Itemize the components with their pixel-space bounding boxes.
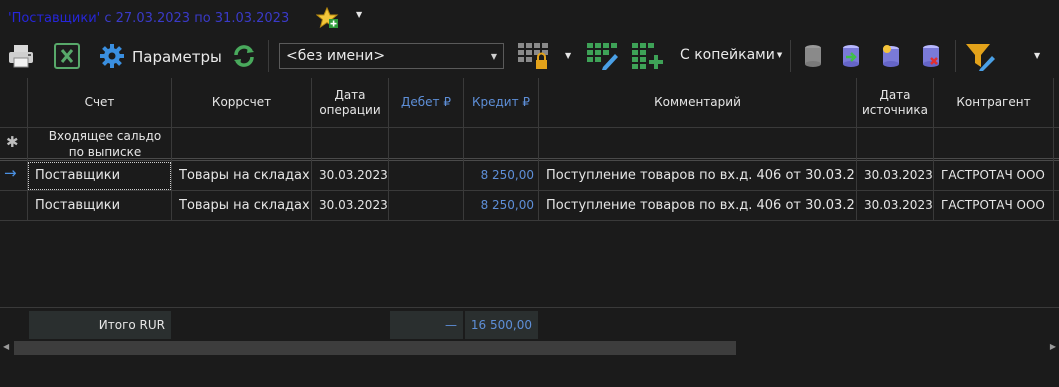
scrollbar-thumb[interactable]: [14, 341, 736, 355]
cell-account[interactable]: Поставщики: [35, 168, 120, 183]
window-title: 'Поставщики' с 27.03.2023 по 31.03.2023: [8, 11, 289, 26]
favorite-dropdown-icon[interactable]: ▼: [356, 10, 362, 19]
database-new-icon[interactable]: [878, 42, 904, 70]
horizontal-scrollbar[interactable]: ◀ ▶: [0, 340, 1059, 356]
cell-op-date[interactable]: 30.03.2023: [319, 168, 388, 182]
chevron-down-icon: ▼: [490, 52, 497, 61]
cell-corr-account[interactable]: Товары на складах: [179, 198, 310, 213]
kopeks-label: С копейками: [680, 47, 775, 63]
col-header-comment[interactable]: Комментарий: [539, 78, 857, 127]
cell-source-date[interactable]: 30.03.2023: [864, 168, 933, 182]
footer-credit-cell: 16 500,00: [465, 311, 538, 339]
excel-export-button[interactable]: [52, 42, 82, 70]
grid-line: [171, 127, 172, 221]
database-icon[interactable]: [800, 42, 826, 70]
cell-comment[interactable]: Поступление товаров по вх.д. 406 от 30.0…: [546, 168, 854, 183]
filter-dropdown-icon[interactable]: ▼: [1034, 51, 1040, 60]
database-import-icon[interactable]: [838, 42, 864, 70]
cell-account[interactable]: Поставщики: [35, 198, 120, 213]
title-range: с 27.03.2023 по 31.03.2023: [104, 11, 290, 26]
grid-line: [933, 127, 934, 221]
excel-icon: [54, 43, 80, 69]
grid-line: [856, 127, 857, 221]
opening-balance-label: Входящее сальдо по выписке: [48, 129, 162, 159]
col-header-account[interactable]: Счет: [28, 78, 172, 127]
col-header-corr-account[interactable]: Коррсчет: [172, 78, 312, 127]
grid-line: [1053, 127, 1054, 221]
footer-debit-total: —: [445, 318, 457, 332]
favorite-star-icon[interactable]: [315, 6, 340, 29]
grid-line: [0, 160, 1059, 161]
cell-corr-account[interactable]: Товары на складах: [179, 168, 310, 183]
lock-dropdown-icon[interactable]: ▼: [565, 51, 571, 60]
row-indicator-header: [0, 78, 28, 127]
print-button[interactable]: [6, 42, 36, 70]
grid-line: [463, 127, 464, 221]
toolbar-separator: [790, 40, 791, 72]
kopeks-chevron-icon: ▼: [776, 51, 783, 59]
col-header-op-date[interactable]: Дата операции: [312, 78, 389, 127]
cell-credit[interactable]: 8 250,00: [464, 198, 534, 212]
scroll-left-icon[interactable]: ◀: [3, 342, 9, 351]
cell-source-date[interactable]: 30.03.2023: [864, 198, 933, 212]
grid-edit-icon: [587, 43, 618, 70]
new-row-asterisk-icon: ✱: [6, 133, 19, 151]
transactions-grid: Счет Коррсчет Дата операции Дебет ₽ Кред…: [0, 78, 1059, 358]
grid-line: [27, 127, 28, 221]
refresh-icon[interactable]: [229, 42, 259, 70]
toolbar-separator: [955, 40, 956, 72]
footer-credit-total: 16 500,00: [470, 318, 532, 332]
settings-gear-icon[interactable]: [97, 42, 127, 70]
footer-total-label: Итого RUR: [98, 318, 165, 332]
grid-add-icon: [632, 43, 663, 69]
add-column-button[interactable]: [630, 41, 666, 71]
grid-line: [0, 190, 1059, 191]
col-header-debit[interactable]: Дебет ₽: [389, 78, 464, 127]
printer-icon: [9, 45, 33, 68]
col-header-credit[interactable]: Кредит ₽: [464, 78, 539, 127]
title-name: 'Поставщики': [8, 11, 101, 26]
title-bar: 'Поставщики' с 27.03.2023 по 31.03.2023 …: [0, 0, 1059, 34]
grid-line: [0, 307, 1059, 308]
view-name-value: <без имени>: [286, 48, 386, 64]
scroll-right-icon[interactable]: ▶: [1050, 342, 1056, 351]
col-header-counterparty[interactable]: Контрагент: [934, 78, 1054, 127]
current-row-arrow-icon: →: [4, 164, 17, 182]
footer-label-cell: Итого RUR: [29, 311, 171, 339]
grid-lock-icon: [518, 43, 548, 69]
cell-comment[interactable]: Поступление товаров по вх.д. 406 от 30.0…: [546, 198, 854, 213]
toolbar-separator: [268, 40, 269, 72]
params-button-label[interactable]: Параметры: [132, 48, 222, 66]
database-delete-icon[interactable]: [918, 42, 944, 70]
edit-columns-button[interactable]: [585, 41, 621, 71]
filter-edit-icon[interactable]: [963, 41, 997, 71]
grid-line: [0, 220, 1059, 221]
grid-line: [0, 158, 1059, 159]
view-name-select[interactable]: <без имени> ▼: [279, 43, 504, 69]
grid-line: [311, 127, 312, 221]
kopeks-dropdown[interactable]: С копейками ▼: [680, 47, 782, 63]
cell-counterparty[interactable]: ГАСТРОТАЧ ООО: [941, 168, 1045, 182]
grid-line: [388, 127, 389, 221]
lock-columns-button[interactable]: [516, 41, 552, 71]
footer-debit-cell: —: [390, 311, 463, 339]
grid-line: [538, 127, 539, 221]
cell-op-date[interactable]: 30.03.2023: [319, 198, 388, 212]
cell-credit[interactable]: 8 250,00: [464, 168, 534, 182]
col-header-source-date[interactable]: Дата источника: [857, 78, 934, 127]
cell-counterparty[interactable]: ГАСТРОТАЧ ООО: [941, 198, 1045, 212]
